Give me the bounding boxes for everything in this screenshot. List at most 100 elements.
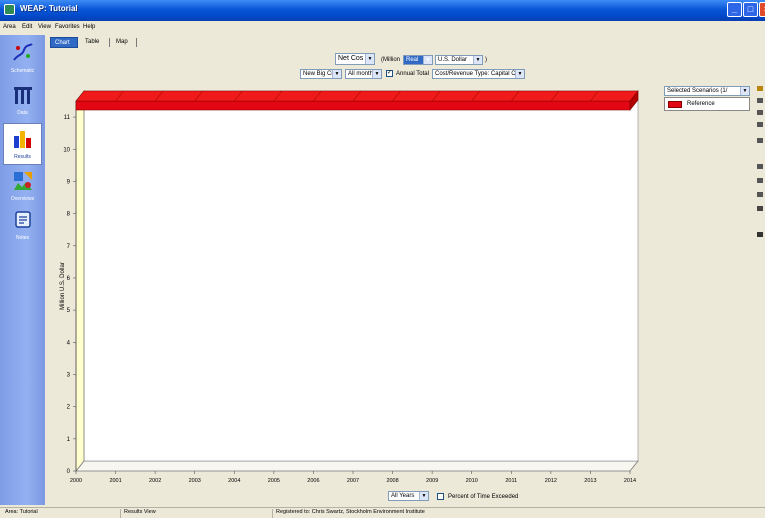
tab-separator	[136, 38, 137, 47]
chevron-down-icon: ▼	[423, 56, 432, 64]
notes-icon	[14, 211, 31, 228]
view-bar: Schematic Data Results Overviews Notes	[0, 35, 45, 505]
x-tick-label: 2008	[386, 478, 398, 484]
close-button[interactable]: ×	[759, 2, 765, 17]
y-tick-label: 6	[67, 276, 71, 282]
sidebar-item-overviews[interactable]: Overviews	[3, 166, 42, 208]
menu-view[interactable]: View	[38, 24, 51, 30]
chevron-down-icon: ▼	[515, 70, 524, 78]
percent-exceeded-label: Percent of Time Exceeded	[448, 494, 519, 500]
x-tick-label: 2002	[149, 478, 161, 484]
toolbar-icon[interactable]	[757, 192, 763, 197]
y-tick-label: 9	[67, 179, 71, 185]
printer-icon[interactable]	[757, 206, 763, 211]
chevron-down-icon: ▼	[365, 54, 374, 64]
chart-side-wall	[75, 89, 85, 473]
menu-edit[interactable]: Edit	[22, 24, 32, 30]
toolbar-icon[interactable]	[757, 122, 763, 127]
demand-site-select[interactable]: New Big City ▼	[300, 69, 342, 79]
legend-label: Reference	[687, 101, 715, 107]
sidebar-label: Results	[14, 154, 31, 160]
menu-help[interactable]: Help	[83, 24, 95, 30]
y-tick-label: 0	[67, 469, 71, 475]
scenario-select[interactable]: Selected Scenarios (1/ ▼	[664, 86, 750, 96]
cost-type-select[interactable]: Cost/Revenue Type: Capital Cost ▼	[432, 69, 525, 79]
y-axis-title: Million U.S. Dollar	[60, 262, 66, 310]
x-tick-label: 2014	[624, 478, 636, 484]
chevron-down-icon: ▼	[372, 70, 381, 78]
unit-year-value: Real	[406, 57, 419, 63]
annual-total-checkbox[interactable]: ✓	[386, 70, 393, 77]
unit-year-select[interactable]: Real ▼	[403, 55, 433, 65]
overviews-icon	[13, 172, 32, 190]
toolbar-icon[interactable]	[757, 110, 763, 115]
toolbar-icon[interactable]	[757, 138, 763, 143]
x-tick-label: 2000	[70, 478, 82, 484]
results-icon	[13, 131, 31, 148]
toolbar-icon[interactable]	[757, 164, 763, 169]
x-tick-label: 2010	[466, 478, 478, 484]
years-select[interactable]: All Years ▼	[388, 491, 429, 501]
chevron-down-icon: ▼	[740, 87, 749, 95]
status-registration: Registered to: Chris Swartz, Stockholm E…	[272, 509, 572, 518]
currency-select[interactable]: U.S. Dollar ▼	[435, 55, 483, 65]
menu-favorites[interactable]: Favorites	[55, 24, 80, 30]
scenario-value: Selected Scenarios (1/	[667, 88, 728, 94]
menu-bar: Area Edit View Favorites Help	[0, 21, 765, 35]
unit-prefix: (Million	[381, 57, 401, 63]
x-tick-label: 2005	[268, 478, 280, 484]
y-tick-label: 7	[67, 244, 71, 250]
results-chart: 0 1 2 3 4 5 6 7 8 9 10 11 Million U.S. Dollar 2000 200…	[60, 89, 639, 484]
status-view: Results View	[120, 509, 260, 518]
tab-map[interactable]: Map	[112, 37, 132, 48]
sidebar-item-data[interactable]: Data	[3, 80, 42, 122]
sidebar-item-results[interactable]: Results	[3, 123, 42, 165]
x-tick-label: 2012	[545, 478, 557, 484]
x-tick-label: 2006	[307, 478, 319, 484]
sidebar-item-schematic[interactable]: Schematic	[3, 38, 42, 80]
y-tick-label: 4	[67, 340, 71, 346]
annual-total-label: Annual Total	[396, 71, 429, 77]
y-tick-label: 8	[67, 212, 71, 218]
toolbar-icon[interactable]	[757, 178, 763, 183]
sidebar-label: Notes	[15, 235, 30, 241]
minimize-button[interactable]: _	[727, 2, 742, 17]
x-tick-label: 2011	[505, 478, 517, 484]
tab-separator	[109, 38, 110, 47]
years-value: All Years	[391, 493, 415, 499]
y-tick-label: 11	[64, 115, 71, 121]
chart-back-wall	[83, 90, 639, 462]
bar	[75, 100, 631, 111]
menu-area[interactable]: Area	[3, 24, 16, 30]
chart-legend: Reference	[664, 97, 750, 111]
x-tick-label: 2001	[109, 478, 121, 484]
x-tick-label: 2003	[189, 478, 201, 484]
percent-exceeded-checkbox[interactable]	[437, 493, 444, 500]
chevron-down-icon: ▼	[473, 56, 482, 64]
toolbar-icon[interactable]	[757, 232, 763, 237]
y-tick-label: 1	[67, 437, 71, 443]
sidebar-item-notes[interactable]: Notes	[3, 205, 42, 247]
tab-table[interactable]: Table	[81, 37, 103, 48]
cost-type-value: Cost/Revenue Type: Capital Cost	[435, 71, 524, 77]
chart-toolbar	[754, 84, 765, 244]
chart-floor	[75, 460, 639, 472]
chevron-down-icon: ▼	[419, 492, 428, 500]
toolbar-icon[interactable]	[757, 98, 763, 103]
months-select[interactable]: All months ▼	[345, 69, 382, 79]
maximize-button[interactable]: □	[743, 2, 758, 17]
status-bar: Area: Tutorial Results View Registered t…	[0, 507, 765, 518]
chevron-down-icon: ▼	[332, 70, 341, 78]
title-bar: WEAP: Tutorial _ □ ×	[0, 0, 765, 21]
y-tick-label: 10	[63, 147, 70, 153]
schematic-icon	[12, 43, 33, 61]
status-area: Area: Tutorial	[5, 509, 38, 515]
pencil-icon[interactable]	[757, 86, 763, 91]
tab-chart[interactable]: Chart	[50, 37, 78, 48]
sidebar-label: Data	[17, 110, 28, 116]
y-tick-label: 2	[67, 405, 71, 411]
legend-swatch	[668, 101, 682, 108]
variable-select[interactable]: Net Cos ▼	[335, 53, 375, 65]
sidebar-label: Schematic	[10, 68, 35, 74]
y-tick-label: 5	[67, 308, 71, 314]
